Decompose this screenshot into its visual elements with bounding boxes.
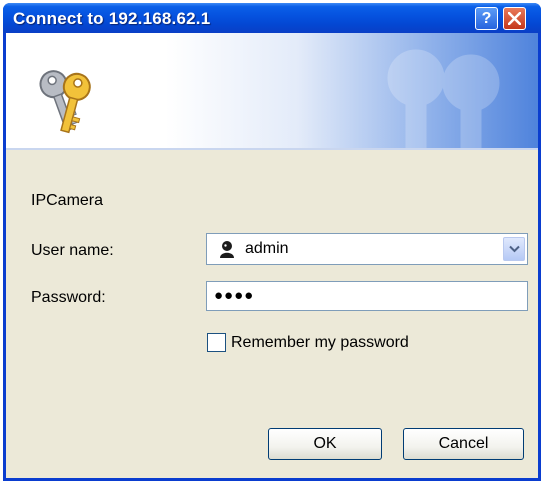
help-button[interactable]: ? — [475, 7, 498, 30]
keys-watermark-icon — [387, 49, 500, 148]
user-icon — [220, 241, 234, 258]
dialog-body: IPCamera User name: admin Password: ●●●●… — [6, 33, 538, 478]
password-field[interactable]: ●●●● — [206, 281, 528, 311]
username-value[interactable]: admin — [245, 240, 289, 258]
password-mask: ●●●● — [214, 287, 255, 304]
title-bar[interactable]: Connect to 192.168.62.1 ? — [3, 3, 541, 33]
dialog-title: Connect to 192.168.62.1 — [13, 9, 211, 28]
ok-button[interactable]: OK — [268, 428, 382, 460]
dialog-banner — [6, 33, 538, 150]
remember-password-label[interactable]: Remember my password — [231, 334, 409, 352]
password-label: Password: — [31, 289, 106, 306]
username-dropdown-button[interactable] — [503, 237, 525, 261]
login-dialog: Connect to 192.168.62.1 ? IPCamera User … — [3, 3, 541, 481]
chevron-down-icon — [509, 245, 520, 253]
realm-text: IPCamera — [31, 192, 104, 209]
username-label: User name: — [31, 242, 114, 259]
username-combobox[interactable]: admin — [206, 233, 528, 265]
keys-icon — [39, 70, 91, 134]
remember-password-checkbox[interactable] — [207, 333, 226, 352]
close-icon — [508, 12, 521, 25]
help-icon: ? — [481, 10, 492, 27]
cancel-button[interactable]: Cancel — [403, 428, 524, 460]
close-button[interactable] — [503, 7, 526, 30]
